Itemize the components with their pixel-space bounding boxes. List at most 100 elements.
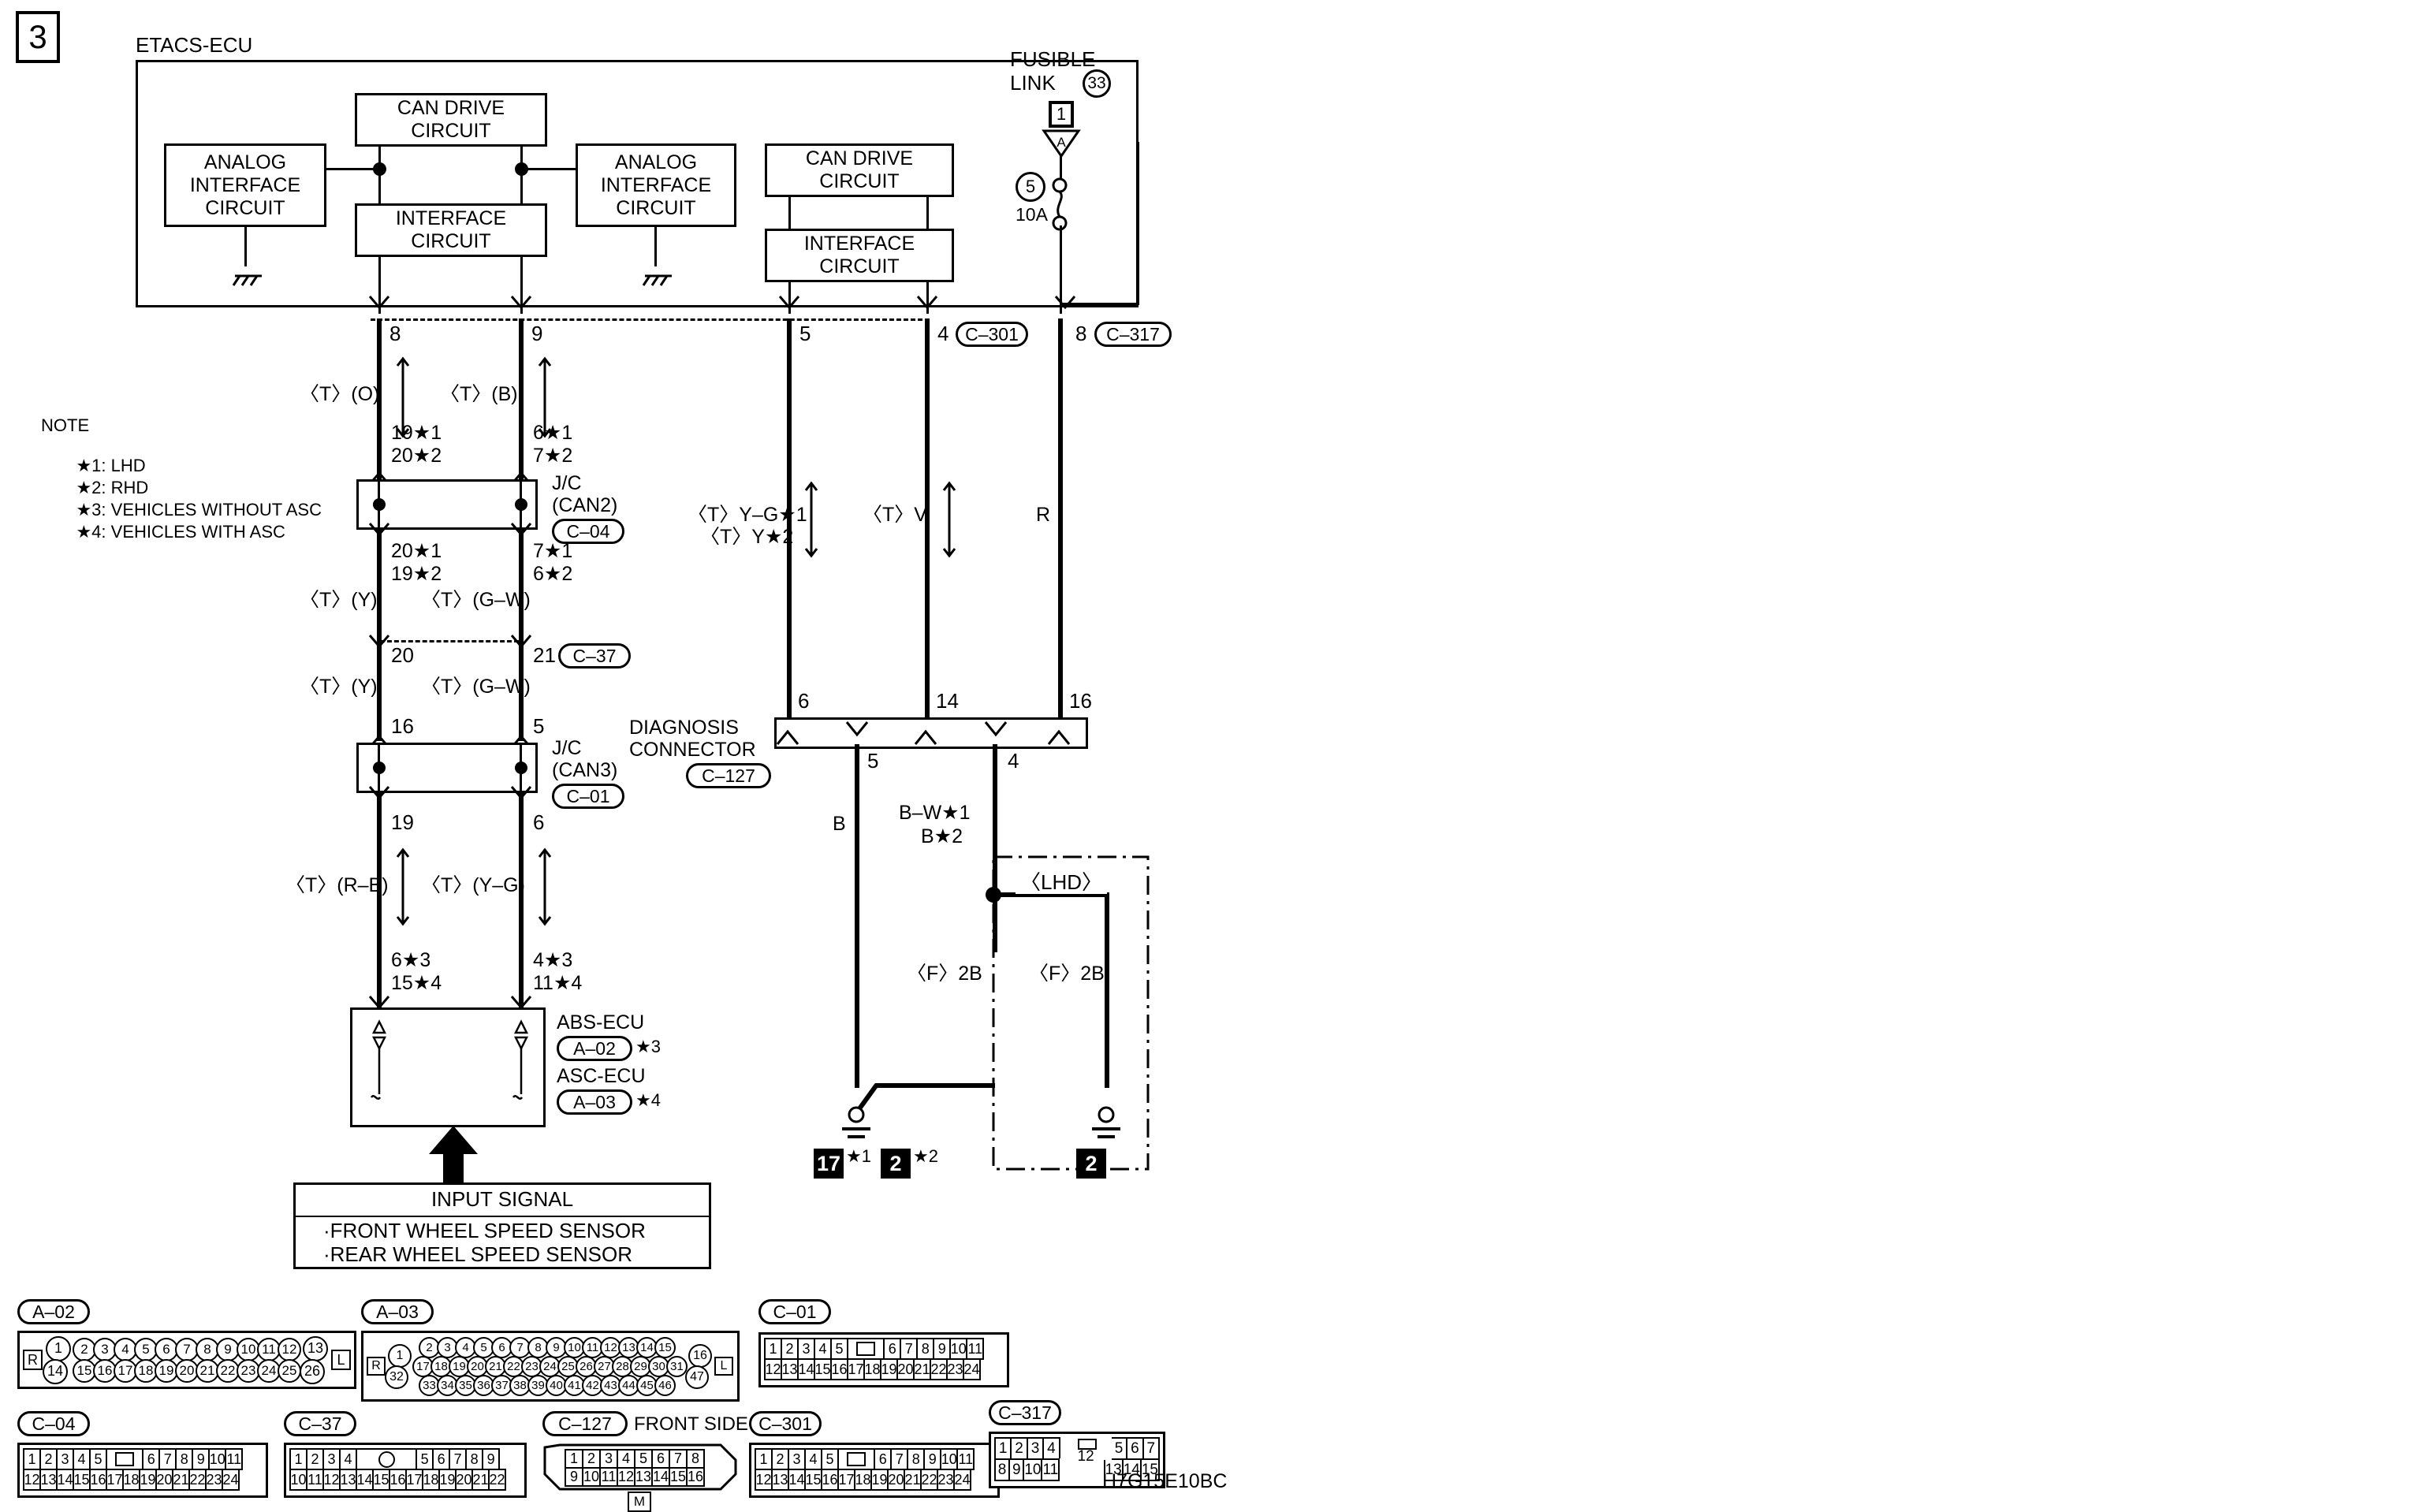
connector-pinout-label-a03-text: A–03 [376, 1301, 419, 1322]
pin-cell: 6 [651, 1449, 670, 1469]
pin-cell: 16 [89, 1469, 107, 1491]
wire-label-t-rb: 〈T〉(R–B) [285, 874, 389, 896]
pin-cell: 13 [771, 1469, 789, 1491]
abs-pin-right-2: 11★4 [533, 972, 583, 994]
pin-cell: 24 [222, 1469, 240, 1491]
note-text: : VEHICLES WITH ASC [101, 522, 285, 542]
wire-label-t-b: 〈T〉(B) [440, 383, 518, 405]
pin-cell: 17 [405, 1469, 423, 1491]
block-label-line2: CIRCUIT [819, 170, 900, 192]
pin-marker-l: L [714, 1357, 733, 1376]
fusible-link-ref-circle: 33 [1083, 69, 1111, 98]
pin-cell: 1 [289, 1448, 307, 1470]
jc-can2-bot-right-pin-1: 7★1 [533, 540, 573, 562]
pin-cell: 8 [175, 1448, 194, 1470]
pin-cell: 5 [416, 1448, 434, 1470]
wire-diag5-ground [855, 744, 859, 1088]
wire-candrive2-to-interface2-right [926, 197, 929, 229]
block-label-line2: INTERFACE [600, 173, 712, 196]
diag-out-pin-5-label: 5 [867, 749, 879, 773]
ecu-pin-9-label: 9 [531, 322, 543, 345]
block-label-line1: CAN DRIVE [397, 97, 505, 119]
abs-ecu-name: ABS-ECU [557, 1011, 645, 1033]
block-label-line1: INTERFACE [803, 233, 915, 255]
pin-cell: 25 [278, 1358, 301, 1383]
pin-cell: 8 [907, 1448, 926, 1470]
wire-label-t-y-star2: 〈T〉Y★2 [700, 526, 794, 548]
wire-analog1-ground [244, 227, 247, 266]
block-label-line3: CIRCUIT [205, 196, 285, 219]
block-label-line2: CIRCUIT [819, 255, 900, 277]
pin-cell: 2 [781, 1338, 799, 1360]
pin-cell: 4 [617, 1449, 635, 1469]
pin-cell: 19 [438, 1469, 457, 1491]
pin-cell: 20 [887, 1469, 905, 1491]
pin-row: 1 2 3 4 5 6 7 8 9 10 11 [755, 1448, 994, 1470]
note-item-4: ★4: VEHICLES WITH ASC [57, 505, 285, 560]
c127-tab-marker: M [628, 1492, 651, 1512]
connector-pinout-label-a02-text: A–02 [32, 1301, 75, 1322]
pin-row: 12 13 14 15 16 17 18 19 20 21 22 23 24 [23, 1469, 263, 1491]
pin-cell: 6 [874, 1448, 893, 1470]
pin-marker-l-text: L [337, 1351, 345, 1368]
pin-cell: 5 [634, 1449, 653, 1469]
pin-cell: 8 [916, 1338, 935, 1360]
jc-can2-top-left-pin-2: 20★2 [391, 445, 442, 467]
wire-analog1-to-bus [326, 168, 380, 170]
pin-cell: 15 [73, 1469, 91, 1491]
connector-pinout-label-c127: C–127 [542, 1411, 628, 1436]
pin-notch-marker [837, 1448, 876, 1470]
pin-cell: 7 [900, 1338, 919, 1360]
ground-symbol-shared [842, 1106, 870, 1138]
pin-cell: 9 [565, 1467, 583, 1487]
ecu-pin-5-label: 5 [799, 322, 811, 345]
diagnosis-connector-ref: C–127 [686, 763, 771, 788]
pin-cell: 32 [385, 1365, 408, 1389]
block-label-line1: CAN DRIVE [805, 147, 914, 169]
jc-can3-label-1: J/C [552, 737, 582, 759]
pin-cell: 4 [804, 1448, 822, 1470]
lhd-region-label: 〈LHD〉 [1016, 871, 1108, 894]
step-number-badge: 3 [16, 11, 60, 63]
pin-cell: 12 [755, 1469, 773, 1491]
wire-label-b: B [833, 813, 846, 835]
pin-marker-r-text: R [28, 1351, 38, 1368]
pin-row: 17 18 19 20 21 22 23 24 25 26 27 28 29 30 31 [412, 1355, 688, 1377]
pin-cell: 1 [565, 1449, 583, 1469]
pin-cell: 4 [1042, 1437, 1060, 1460]
wire-fuse-bottom [1060, 225, 1062, 314]
connector-pinout-label-c04: C–04 [17, 1411, 90, 1436]
wire-diag4-to-ground-h [875, 1083, 995, 1088]
pin-cell: 11 [599, 1467, 618, 1487]
connector-pinout-label-c127-text: C–127 [558, 1413, 612, 1434]
pin-cell: 11 [225, 1448, 244, 1470]
pin-row: 2 3 4 5 6 7 8 9 10 11 12 [73, 1337, 301, 1361]
pin-cell: 23 [946, 1358, 964, 1380]
pin-row: 12 13 14 15 16 17 18 19 20 21 22 23 24 [755, 1469, 994, 1491]
ground-symbol-analog1 [232, 274, 262, 286]
pin-cell: 31 [666, 1355, 688, 1377]
junction-dot-analog1 [373, 162, 386, 176]
wire-analog2-to-bus [520, 168, 577, 170]
input-signal-divider [293, 1216, 711, 1217]
pin-cell: 19 [880, 1358, 898, 1380]
connector-pinout-label-c317-text: C–317 [998, 1402, 1052, 1423]
pin-cell: 5 [821, 1448, 839, 1470]
pin-cell: 18 [863, 1358, 881, 1380]
block-analog-interface-circuit-1: ANALOG INTERFACE CIRCUIT [164, 143, 326, 227]
block-analog-interface-circuit-2: ANALOG INTERFACE CIRCUIT [576, 143, 736, 227]
diag-out-pin-4-label: 4 [1008, 749, 1019, 773]
etacs-ecu-title: ETACS-ECU [136, 33, 253, 57]
pin-cell: 4 [339, 1448, 357, 1470]
pin-cell: 15 [804, 1469, 822, 1491]
pin-cell: 1 [994, 1437, 1012, 1460]
pin-cell: 16 [688, 1343, 712, 1368]
jc-can3-top-left-pin: 16 [391, 714, 414, 738]
ground-badge-2-lhd: 2 [1076, 1149, 1106, 1179]
pin-arrow-8 [368, 296, 390, 310]
jc-can2-bot-left-pin-1: 20★1 [391, 540, 442, 562]
pin-cell: 23 [937, 1469, 955, 1491]
pin-cell: 22 [488, 1469, 506, 1491]
connector-pinout-c04: 1 2 3 4 5 6 7 8 9 10 11 12 13 14 15 16 17 18 19 20 21 22 23 24 [17, 1443, 268, 1498]
pin-cell: 9 [923, 1448, 942, 1470]
